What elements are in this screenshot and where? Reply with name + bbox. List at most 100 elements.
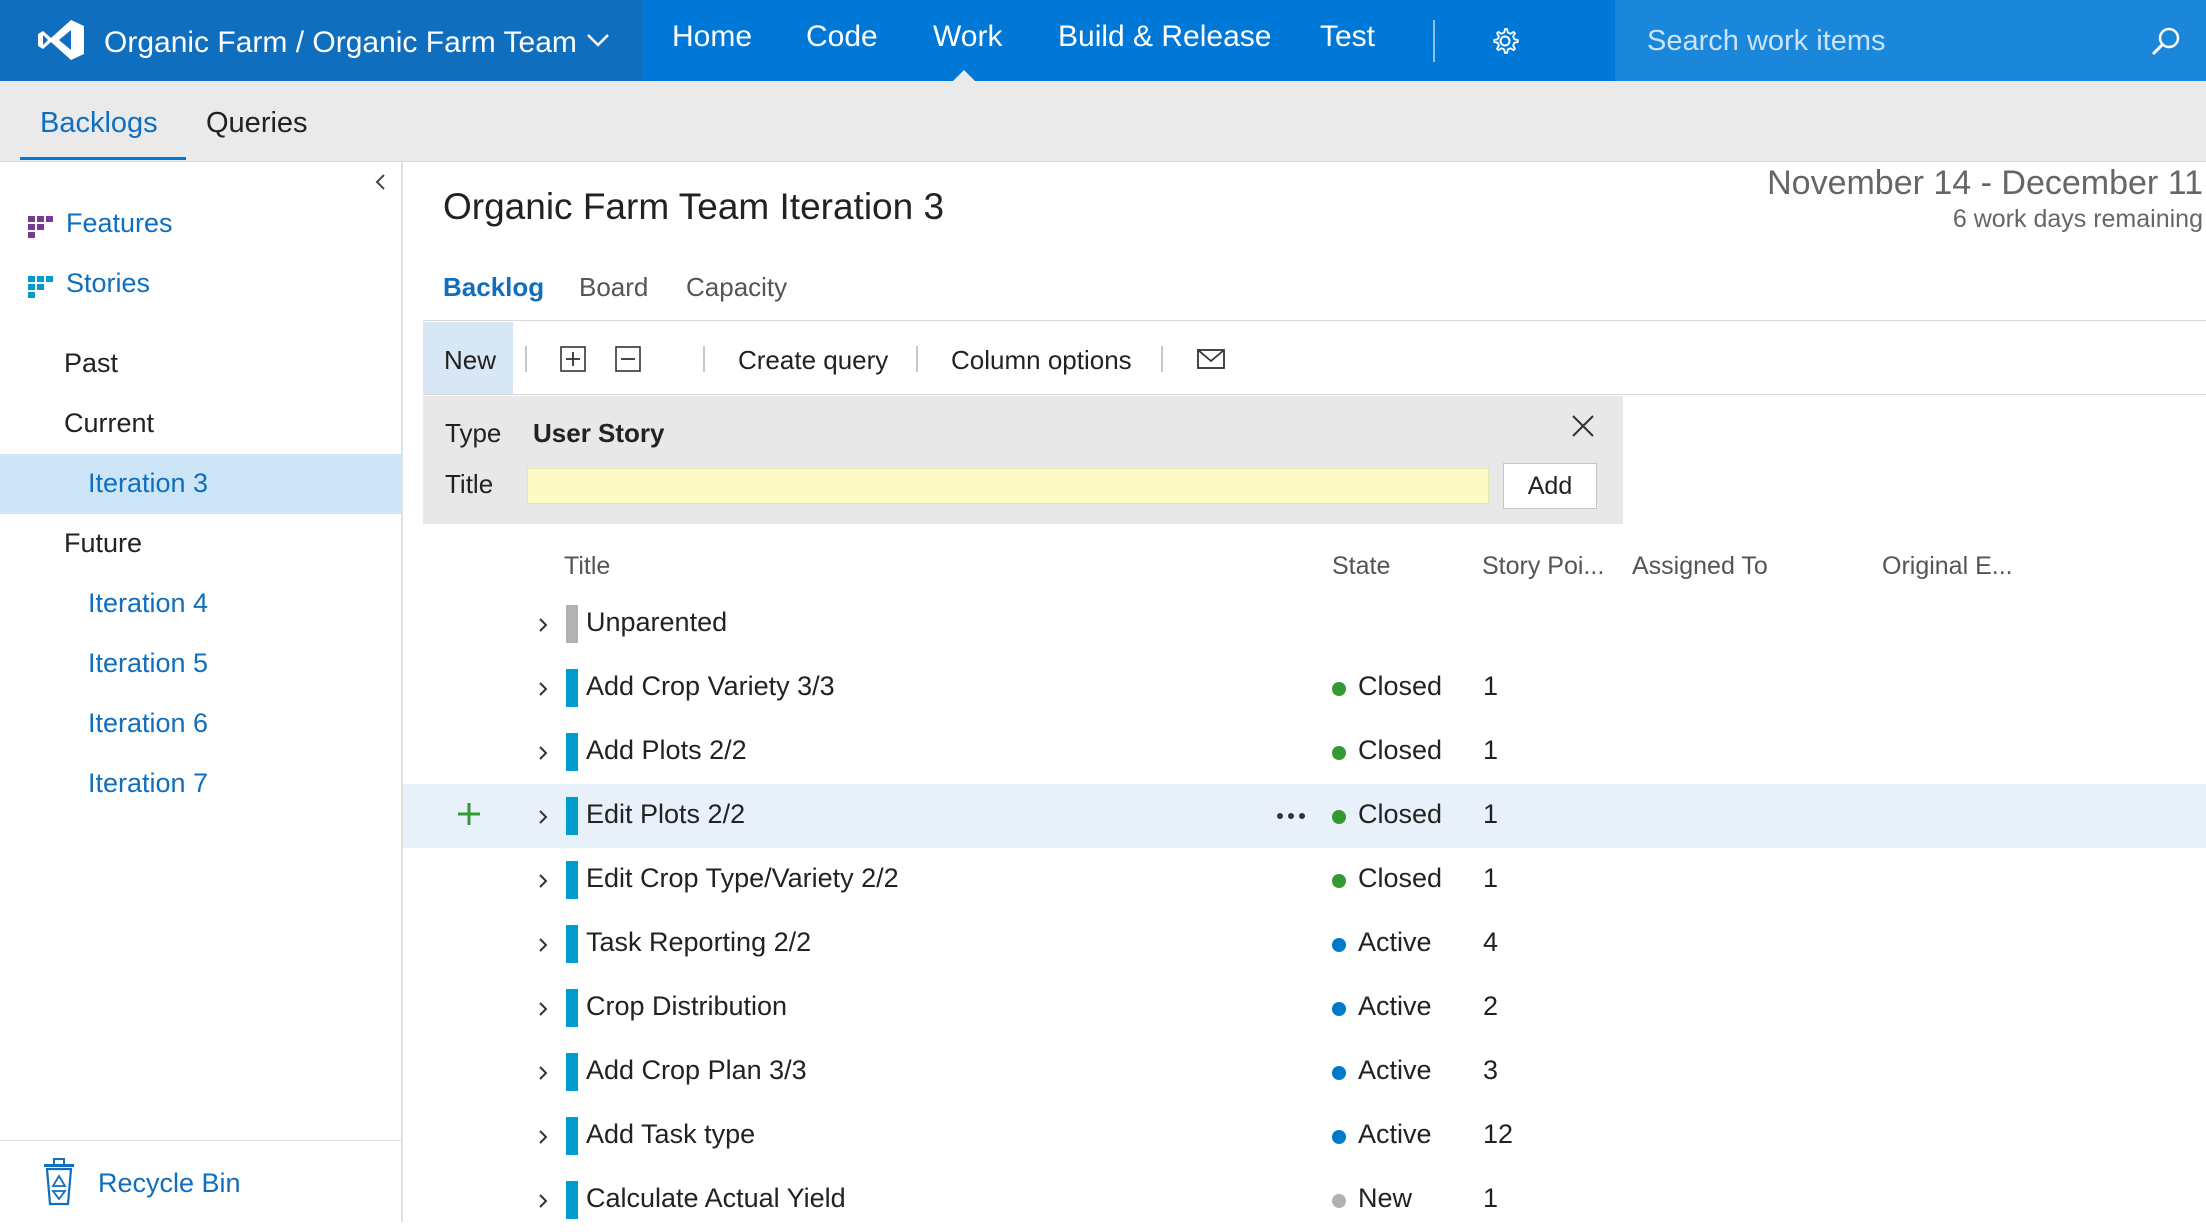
more-actions-icon[interactable] bbox=[1276, 812, 1306, 820]
state-indicator bbox=[1332, 1194, 1346, 1208]
tab-backlogs[interactable]: Backlogs bbox=[40, 107, 158, 140]
toolbar-separator bbox=[1161, 346, 1163, 372]
toolbar: New Create query Column options bbox=[423, 322, 2206, 395]
column-header-assigned-to[interactable]: Assigned To bbox=[1632, 552, 1768, 581]
work-item-title[interactable]: Edit Plots 2/2 bbox=[586, 799, 745, 830]
title-input[interactable] bbox=[527, 468, 1489, 504]
collapse-sidebar-icon[interactable] bbox=[370, 170, 390, 194]
work-item-state: Closed bbox=[1358, 799, 1443, 829]
tab-board[interactable]: Board bbox=[579, 272, 648, 303]
project-title: Organic Farm / Organic Farm Team bbox=[104, 26, 577, 59]
sidebar-item-iteration-7[interactable]: Iteration 7 bbox=[0, 754, 401, 814]
work-item-state: New bbox=[1358, 1183, 1413, 1213]
table-row[interactable]: Unparented bbox=[403, 592, 2206, 656]
nav-test[interactable]: Test bbox=[1320, 20, 1375, 54]
table-row[interactable]: Task Reporting 2/2 Active 4 bbox=[403, 912, 2206, 976]
sidebar-item-current[interactable]: Current bbox=[0, 394, 401, 454]
work-item-title[interactable]: Calculate Actual Yield bbox=[586, 1183, 846, 1214]
work-item-state: Closed bbox=[1358, 671, 1443, 701]
work-item-color-bar bbox=[566, 669, 578, 707]
top-bar: Organic Farm / Organic Farm Team Home Co… bbox=[0, 0, 2206, 81]
chevron-right-icon[interactable] bbox=[536, 678, 550, 700]
add-button[interactable]: Add bbox=[1503, 463, 1597, 509]
expand-all-icon[interactable] bbox=[560, 346, 586, 372]
sidebar-item-label: Features bbox=[66, 208, 173, 238]
create-query-button[interactable]: Create query bbox=[738, 345, 888, 376]
state-indicator bbox=[1332, 1130, 1346, 1144]
sidebar-item-iteration-4[interactable]: Iteration 4 bbox=[0, 574, 401, 634]
gear-icon[interactable] bbox=[1490, 26, 1520, 56]
sidebar-item-label: Iteration 7 bbox=[88, 768, 209, 798]
iteration-dates: November 14 - December 11 6 work days re… bbox=[1767, 164, 2203, 234]
table-row[interactable]: Edit Plots 2/2 Closed 1 bbox=[403, 784, 2206, 848]
sidebar-item-future[interactable]: Future bbox=[0, 514, 401, 574]
tab-backlog[interactable]: Backlog bbox=[443, 272, 544, 303]
column-header-original-estimate[interactable]: Original E... bbox=[1882, 552, 2013, 581]
search-input[interactable] bbox=[1645, 20, 2129, 62]
chevron-right-icon[interactable] bbox=[536, 742, 550, 764]
sidebar-item-iteration-3[interactable]: Iteration 3 bbox=[0, 454, 401, 514]
table-row[interactable]: Add Plots 2/2 Closed 1 bbox=[403, 720, 2206, 784]
work-item-color-bar bbox=[566, 605, 578, 643]
nav-work[interactable]: Work bbox=[933, 20, 1002, 54]
collapse-all-icon[interactable] bbox=[615, 346, 641, 372]
sidebar-item-past[interactable]: Past bbox=[0, 334, 401, 394]
tab-queries[interactable]: Queries bbox=[206, 107, 308, 140]
chevron-down-icon[interactable] bbox=[584, 28, 612, 52]
recycle-bin-icon[interactable] bbox=[40, 1158, 78, 1206]
chevron-right-icon[interactable] bbox=[536, 870, 550, 892]
work-item-title[interactable]: Add Plots 2/2 bbox=[586, 735, 747, 766]
nav-divider bbox=[1433, 20, 1435, 62]
work-item-color-bar bbox=[566, 733, 578, 771]
chevron-right-icon[interactable] bbox=[536, 1062, 550, 1084]
table-row[interactable]: Add Task type Active 12 bbox=[403, 1104, 2206, 1168]
column-options-button[interactable]: Column options bbox=[951, 345, 1132, 376]
add-child-icon[interactable] bbox=[455, 800, 483, 828]
work-item-color-bar bbox=[566, 989, 578, 1027]
work-item-title[interactable]: Edit Crop Type/Variety 2/2 bbox=[586, 863, 899, 894]
active-tab-underline bbox=[20, 157, 186, 160]
column-header-title[interactable]: Title bbox=[564, 552, 610, 581]
work-item-title[interactable]: Crop Distribution bbox=[586, 991, 787, 1022]
chevron-right-icon[interactable] bbox=[536, 998, 550, 1020]
work-item-title[interactable]: Add Task type bbox=[586, 1119, 755, 1150]
chevron-right-icon[interactable] bbox=[536, 614, 550, 636]
work-item-type[interactable]: User Story bbox=[533, 418, 665, 449]
work-item-title[interactable]: Task Reporting 2/2 bbox=[586, 927, 811, 958]
table-row[interactable]: Calculate Actual Yield New 1 bbox=[403, 1168, 2206, 1232]
email-icon[interactable] bbox=[1196, 346, 1226, 372]
tab-capacity[interactable]: Capacity bbox=[686, 272, 787, 303]
sidebar-item-stories[interactable]: Stories bbox=[0, 254, 401, 314]
work-item-color-bar bbox=[566, 1117, 578, 1155]
search-icon[interactable] bbox=[2150, 26, 2182, 58]
nav-build-release[interactable]: Build & Release bbox=[1058, 20, 1271, 54]
state-indicator bbox=[1332, 874, 1346, 888]
work-item-title[interactable]: Unparented bbox=[586, 607, 727, 638]
new-button[interactable]: New bbox=[423, 322, 513, 394]
column-header-state[interactable]: State bbox=[1332, 552, 1390, 581]
page-title: Organic Farm Team Iteration 3 bbox=[443, 186, 945, 227]
pivot-divider bbox=[423, 320, 2206, 321]
table-row[interactable]: Edit Crop Type/Variety 2/2 Closed 1 bbox=[403, 848, 2206, 912]
sidebar-item-iteration-5[interactable]: Iteration 5 bbox=[0, 634, 401, 694]
work-item-title[interactable]: Add Crop Variety 3/3 bbox=[586, 671, 835, 702]
column-header-story-points[interactable]: Story Poi... bbox=[1482, 552, 1604, 581]
chevron-right-icon[interactable] bbox=[536, 1126, 550, 1148]
nav-code[interactable]: Code bbox=[806, 20, 878, 54]
stories-backlog-icon bbox=[28, 276, 53, 298]
story-points: 1 bbox=[1483, 799, 1499, 829]
table-row[interactable]: Crop Distribution Active 2 bbox=[403, 976, 2206, 1040]
state-indicator bbox=[1332, 1002, 1346, 1016]
work-item-title[interactable]: Add Crop Plan 3/3 bbox=[586, 1055, 807, 1086]
sidebar-item-features[interactable]: Features bbox=[0, 194, 401, 254]
project-switcher[interactable]: Organic Farm / Organic Farm Team bbox=[0, 0, 643, 81]
recycle-bin-label[interactable]: Recycle Bin bbox=[98, 1168, 241, 1199]
chevron-right-icon[interactable] bbox=[536, 934, 550, 956]
nav-home[interactable]: Home bbox=[672, 20, 752, 54]
table-row[interactable]: Add Crop Plan 3/3 Active 3 bbox=[403, 1040, 2206, 1104]
chevron-right-icon[interactable] bbox=[536, 806, 550, 828]
chevron-right-icon[interactable] bbox=[536, 1190, 550, 1212]
sidebar-item-iteration-6[interactable]: Iteration 6 bbox=[0, 694, 401, 754]
table-row[interactable]: Add Crop Variety 3/3 Closed 1 bbox=[403, 656, 2206, 720]
close-icon[interactable] bbox=[1570, 413, 1596, 439]
